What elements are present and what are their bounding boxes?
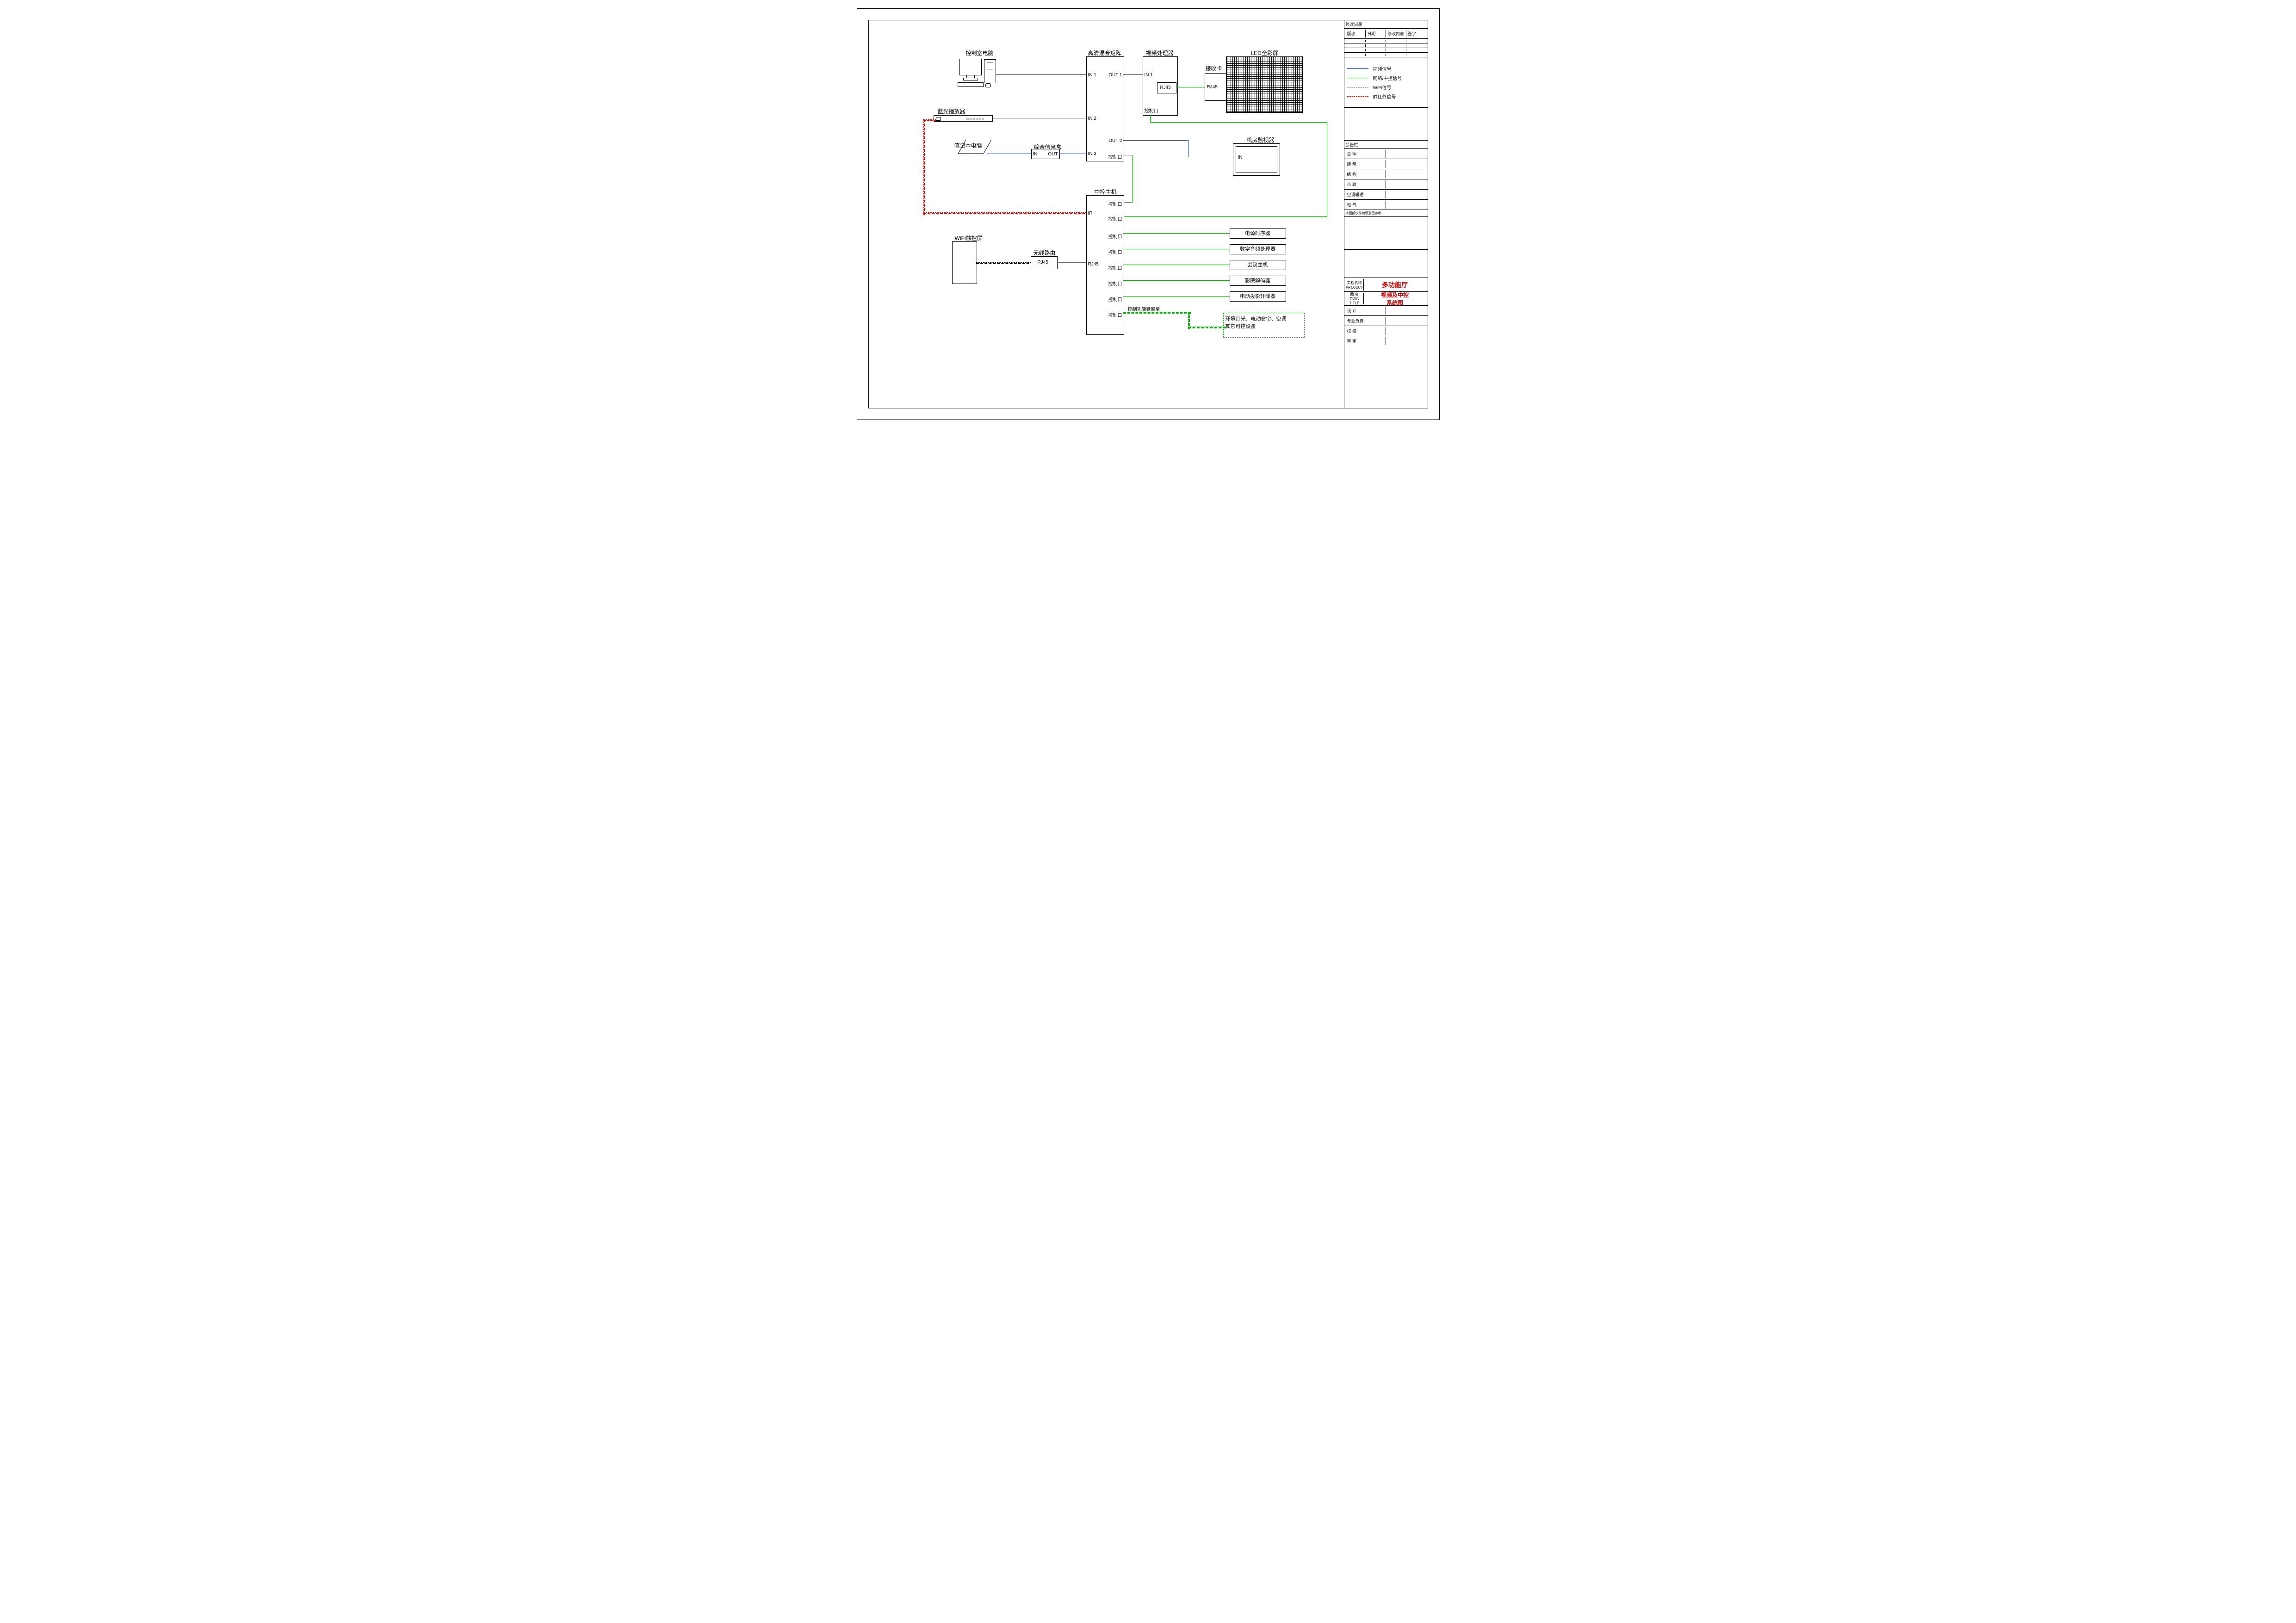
rxcard-device: RJ45 [1205,73,1227,101]
label-control-pc: 控制室电脑 [966,49,994,57]
port-cc-c2: 控制口 [1108,215,1122,222]
label-matrix: 高清混合矩阵 [1088,49,1121,57]
port-mon-in: IN [1238,155,1243,160]
wire-wifi [976,262,1034,264]
port-info-in: IN [1033,152,1038,157]
dev-conf-host: 会议主机 [1230,260,1286,270]
ctrl-ext-label: 控制功能延展至 [1128,305,1160,312]
label-rxcard: 接收卡 [1206,64,1222,72]
port-cc-rj45: RJ45 [1088,262,1099,267]
router-device: RJ45 [1031,256,1058,269]
drawing-sheet: 控制室电脑 蓝光播放器 笔记本电脑 综合信息盒 高清混合矩阵 中控主机 WiFi… [857,8,1440,420]
legend: 视频信号 网络/中控信号 WiFi信号 IR红外信号 [1344,57,1428,108]
wire-mx-mon-1 [1123,140,1188,141]
port-cc-c8: 控制口 [1108,311,1122,318]
legend-wifi: WiFi信号 [1373,84,1392,91]
infobox-device: IN OUT [1031,149,1060,159]
port-mx-out2: OUT 2 [1108,138,1122,143]
wire-mx-ctrl-3 [1123,202,1133,203]
wire-vp-ctrl-1 [1150,115,1151,122]
label-vproc: 视频处理器 [1146,49,1174,57]
wire-router-cc [1057,262,1086,263]
wire-ir-end [923,119,936,121]
port-vp-in1: IN 1 [1145,73,1153,78]
tb-rev-cols: 版次日期修改内容签字 [1344,29,1428,39]
port-mx-in3: IN 3 [1088,151,1096,156]
port-info-out: OUT [1048,152,1058,157]
led-screen [1226,56,1303,113]
wire-mx-vproc [1123,74,1143,75]
label-wifi-panel: WiFi触控屏 [955,234,983,242]
wire-cc-pwr [1123,233,1230,234]
port-cc-c4: 控制口 [1108,248,1122,255]
env-note-box: 环境灯光、电动窗帘、空调 其它可控设备 [1223,313,1305,338]
port-cc-c7: 控制口 [1108,296,1122,302]
dev-cinema-dec: 影院解码器 [1230,276,1286,286]
port-mx-ctrl: 控制口 [1108,153,1122,160]
dev-dsp: 数字音频处理器 [1230,244,1286,254]
dev-power-seq: 电源时序器 [1230,228,1286,239]
legend-net: 网络/中控信号 [1373,74,1402,81]
wire-vp-ctrl-4 [1123,216,1327,217]
label-monitor: 机房监视器 [1247,136,1275,144]
wire-ir-h [923,212,1089,214]
tb-project: 工程名称 PROJECT 多功能厅 [1344,278,1428,292]
vproc-device: IN 1 控制口 RJ45 [1143,56,1178,116]
port-mx-in1: IN 1 [1088,73,1096,78]
label-central: 中控主机 [1095,188,1117,196]
wire-vp-ctrl-2 [1150,122,1327,123]
label-led: LED全彩屏 [1251,49,1278,57]
vproc-rj45: RJ45 [1157,82,1176,93]
tb-meeting-header: 会签栏 [1344,141,1428,149]
wire-pc-matrix [996,74,1086,75]
wire-ir-v [923,119,925,215]
matrix-device: IN 1 IN 2 IN 3 OUT 1 OUT 2 控制口 [1086,56,1124,161]
bluray-device: ▭▭▭▭▭▭ [934,115,993,122]
wire-cc-dec [1123,280,1230,281]
dev-proj-lift: 电动投影升降器 [1230,291,1286,302]
port-cc-c6: 控制口 [1108,280,1122,287]
port-router-rj45: RJ45 [1038,260,1048,265]
legend-ir: IR红外信号 [1373,93,1396,100]
diagram-canvas: 控制室电脑 蓝光播放器 笔记本电脑 综合信息盒 高清混合矩阵 中控主机 WiFi… [869,20,1344,408]
title-block: 修改记录 版次日期修改内容签字 视频信号 网络/中控信号 WiFi信号 IR红外… [1344,20,1428,408]
legend-video: 视频信号 [1373,65,1392,72]
tb-rev-header: 修改记录 [1344,20,1428,29]
tb-note: 本图纸仅作为示意图参考 [1344,210,1428,217]
wire-ext-3 [1188,327,1226,328]
tb-drawing-name: 图 名 DWG TITLE 视频及中控 系统图 [1344,292,1428,306]
label-router: 无线路由 [1034,249,1056,257]
wifi-panel-device [952,241,977,284]
port-cc-c5: 控制口 [1108,264,1122,271]
port-mx-out1: OUT 1 [1108,73,1122,78]
drawing-frame: 控制室电脑 蓝光播放器 笔记本电脑 综合信息盒 高清混合矩阵 中控主机 WiFi… [868,20,1428,408]
port-cc-c3: 控制口 [1108,233,1122,240]
port-rx-rj45: RJ45 [1207,85,1218,90]
port-mx-in2: IN 2 [1088,116,1096,121]
port-cc-c1: 控制口 [1108,200,1122,207]
port-vp-ctrl: 控制口 [1145,107,1158,114]
label-bluray: 蓝光播放器 [938,107,965,115]
port-cc-ir: IR [1088,211,1093,216]
monitor-device: IN [1233,143,1280,176]
central-device: IR RJ45 控制口 控制口 控制口 控制口 控制口 控制口 控制口 控制口 [1086,195,1124,335]
